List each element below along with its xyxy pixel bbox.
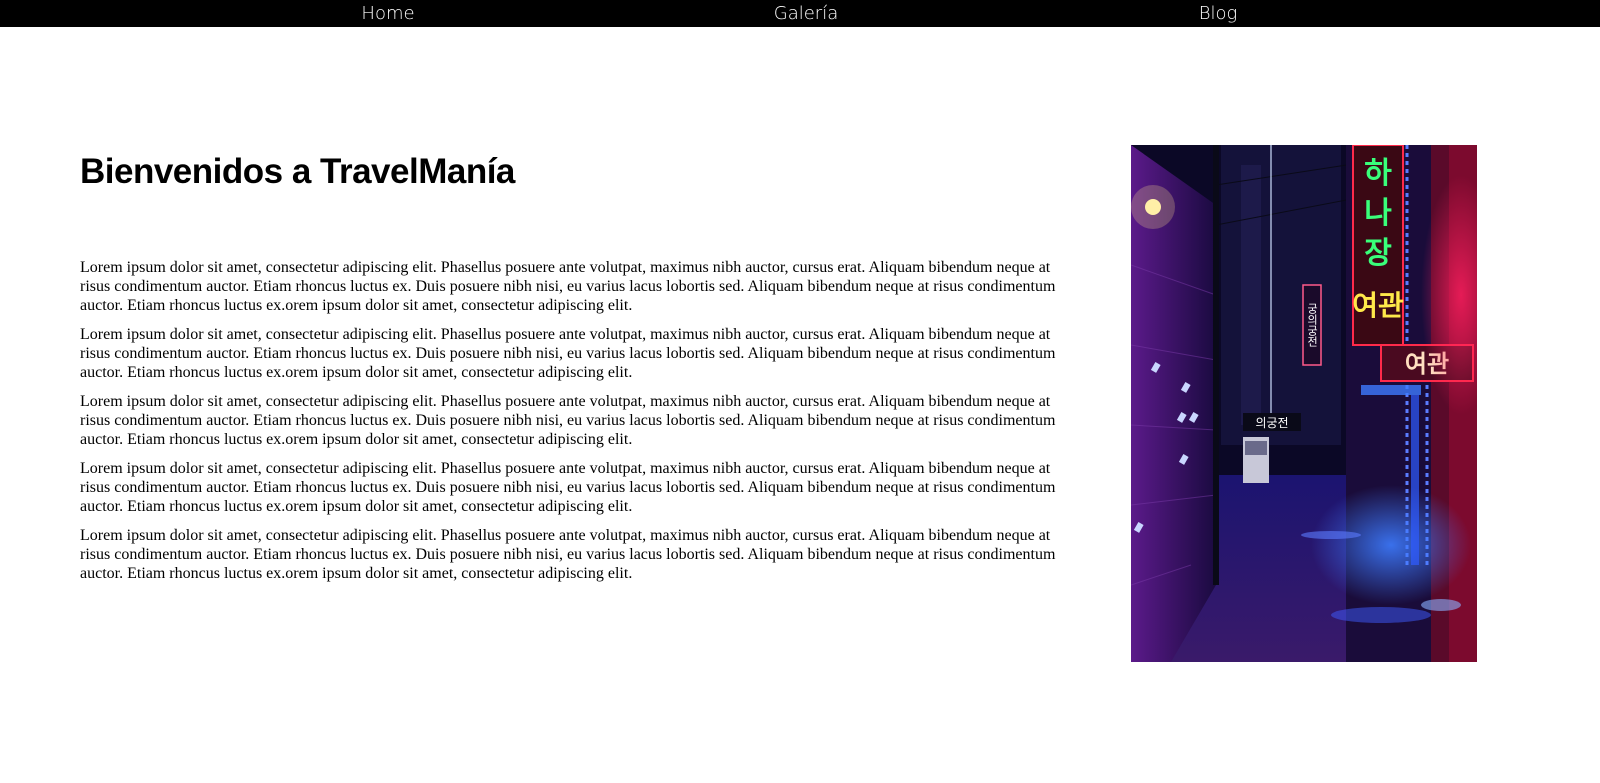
body-paragraph: Lorem ipsum dolor sit amet, consectetur … <box>80 460 1056 515</box>
neon-sign-yeogwan: 여관 <box>1352 289 1404 322</box>
nav-link-home[interactable]: Home <box>361 2 414 26</box>
body-paragraph: Lorem ipsum dolor sit amet, consectetur … <box>80 527 1056 582</box>
body-paragraph: Lorem ipsum dolor sit amet, consectetur … <box>80 393 1056 448</box>
neon-sign-na: 나 <box>1364 196 1392 231</box>
nav-link-galeria[interactable]: Galería <box>774 2 839 26</box>
neon-sign-ha: 하 <box>1364 156 1392 191</box>
neon-sign-vertical: 궁의궁전 <box>1306 303 1319 347</box>
body-paragraph: Lorem ipsum dolor sit amet, consectetur … <box>80 259 1056 314</box>
neon-sign-jang: 장 <box>1364 236 1392 271</box>
neon-sign-small: 의궁전 <box>1255 416 1288 430</box>
body-paragraph: Lorem ipsum dolor sit amet, consectetur … <box>80 326 1056 381</box>
main-content: Lorem ipsum dolor sit amet, consectetur … <box>80 258 1080 593</box>
page-title: Bienvenidos a TravelManía <box>80 152 515 191</box>
neon-alley-image: 하 나 장 여관 여관 궁의궁전 의궁전 <box>1131 145 1477 662</box>
nav-link-blog[interactable]: Blog <box>1199 2 1238 26</box>
top-navbar: Home Galería Blog <box>0 0 1600 27</box>
